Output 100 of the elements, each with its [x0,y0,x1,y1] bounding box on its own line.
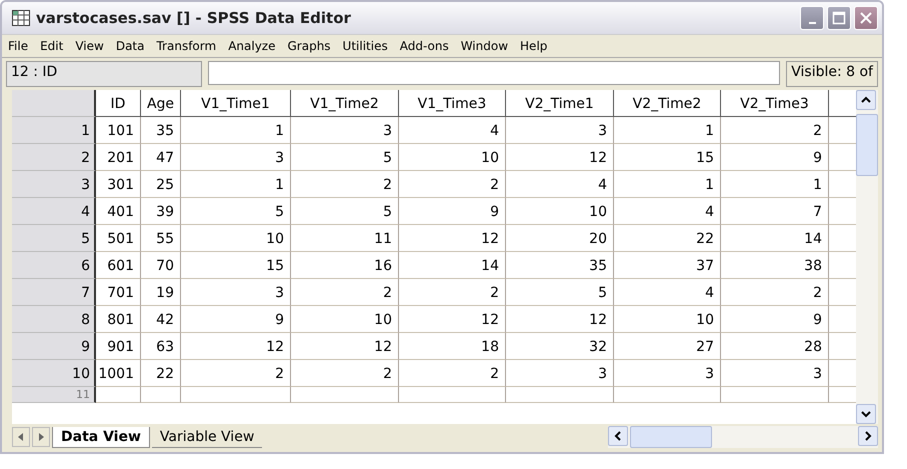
menu-item[interactable]: Add-ons [400,39,449,53]
column-header[interactable]: ID [96,90,141,117]
table-cell: 2 [399,279,506,306]
table-cell: 5 [291,198,399,225]
sheet-tab[interactable]: Variable View [152,426,262,448]
table-cell: 5 [181,198,291,225]
close-button[interactable] [854,6,878,30]
table-cell: 7 [721,198,829,225]
table-cell: 14 [399,252,506,279]
column-header[interactable]: V1_Time3 [399,90,506,117]
menu-item[interactable]: Analyze [228,39,276,53]
table-cell: 4 [506,171,614,198]
table-cell: 3 [181,144,291,171]
menu-item[interactable]: Window [460,39,508,53]
menu-item[interactable]: Edit [40,39,64,53]
horizontal-scrollbar[interactable] [608,426,878,448]
table-cell: 35 [141,117,181,144]
table-cell: 2 [721,279,829,306]
table-cell: 3 [506,117,614,144]
table-cell: 10 [291,306,399,333]
row-header[interactable]: 6 [12,252,96,279]
table-cell: 9 [721,306,829,333]
table-cell: 18 [399,333,506,360]
scroll-down-button[interactable] [856,404,876,424]
table-cell: 2 [399,171,506,198]
minimize-icon [808,22,816,24]
table-cell: 2 [181,360,291,387]
column-header[interactable]: V2_Time2 [614,90,721,117]
table-cell: 15 [614,144,721,171]
sheet-tab[interactable]: Data View [52,426,150,448]
maximize-icon [832,11,846,25]
table-cell: 28 [721,333,829,360]
menu-item[interactable]: Utilities [342,39,388,53]
table-cell: 3 [721,360,829,387]
grid-icon [12,10,30,26]
table-cell: 3 [614,360,721,387]
row-header[interactable]: 2 [12,144,96,171]
table-cell: 9 [399,198,506,225]
table-cell: 25 [141,171,181,198]
scroll-thumb[interactable] [856,114,878,176]
table-cell: 2 [291,279,399,306]
table-cell: 201 [96,144,141,171]
column-header[interactable]: V2_Time1 [506,90,614,117]
scroll-thumb[interactable] [630,426,712,448]
scroll-up-button[interactable] [856,90,876,110]
cell-value-field[interactable] [208,61,780,85]
menu-item[interactable]: Graphs [287,39,331,53]
row-header[interactable]: 9 [12,333,96,360]
table-cell: 9 [181,306,291,333]
table-cell: 38 [721,252,829,279]
table-cell: 4 [614,279,721,306]
column-header[interactable]: V2_Time3 [721,90,829,117]
maximize-button[interactable] [827,6,851,30]
column-header[interactable]: V1_Time1 [181,90,291,117]
scroll-left-button[interactable] [608,426,628,446]
table-cell: 401 [96,198,141,225]
table-cell: 39 [141,198,181,225]
vertical-scrollbar[interactable] [856,90,878,424]
table-cell: 2 [291,171,399,198]
table-cell: 601 [96,252,141,279]
triangle-left-icon [18,433,24,441]
table-cell: 32 [506,333,614,360]
table-cell: 70 [141,252,181,279]
table-cell: 22 [614,225,721,252]
menu-item[interactable]: View [75,39,104,53]
table-cell: 1001 [96,360,141,387]
table-cell: 1 [614,117,721,144]
row-header[interactable]: 3 [12,171,96,198]
row-header[interactable]: 10 [12,360,96,387]
row-header[interactable]: 7 [12,279,96,306]
menu-item[interactable]: Help [520,39,548,53]
tab-scroll-left-button[interactable] [12,427,30,447]
tab-scroll-right-button[interactable] [32,427,50,447]
column-header[interactable]: Age [141,90,181,117]
table-cell: 1 [721,171,829,198]
row-header[interactable]: 8 [12,306,96,333]
menu-item[interactable]: Data [116,39,144,53]
table-cell: 5 [506,279,614,306]
table-cell: 901 [96,333,141,360]
caret-down-icon [861,410,871,418]
column-header[interactable]: V1_Time2 [291,90,399,117]
table-cell: 1 [181,117,291,144]
row-header[interactable]: 4 [12,198,96,225]
table-cell: 16 [291,252,399,279]
table-cell: 12 [181,333,291,360]
table-cell: 19 [141,279,181,306]
row-header[interactable]: 1 [12,117,96,144]
menu-item[interactable]: Transform [156,39,216,53]
table-cell: 4 [614,198,721,225]
table-cell: 11 [291,225,399,252]
caret-up-icon [861,96,871,104]
scroll-right-button[interactable] [858,426,878,446]
minimize-button[interactable] [800,6,824,30]
table-cell: 12 [399,306,506,333]
table-cell: 3 [291,117,399,144]
cell-reference: 12 : ID [6,61,202,87]
row-header[interactable]: 5 [12,225,96,252]
table-cell: 12 [291,333,399,360]
menu-item[interactable]: File [8,39,28,53]
table-cell: 63 [141,333,181,360]
